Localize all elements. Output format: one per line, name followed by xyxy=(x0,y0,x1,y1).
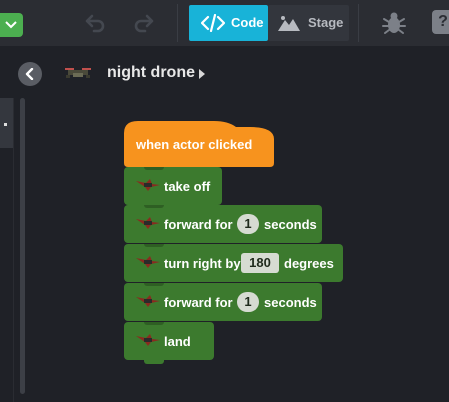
vertical-scrollbar[interactable] xyxy=(20,98,25,394)
block-land[interactable]: land xyxy=(124,322,214,360)
block-turn-right[interactable]: turn right by 180 degrees xyxy=(124,244,343,282)
drone-icon xyxy=(136,295,160,307)
side-panel-toggle[interactable] xyxy=(0,98,13,148)
panel-divider xyxy=(13,98,14,402)
chevron-left-icon xyxy=(25,68,34,80)
seconds-input[interactable]: 1 xyxy=(237,292,259,312)
event-label: when actor clicked xyxy=(136,137,253,152)
mountain-icon xyxy=(278,16,300,31)
drone-icon xyxy=(136,179,160,191)
block-take-off[interactable]: take off xyxy=(124,167,222,205)
drone-icon xyxy=(65,68,91,78)
block-label: turn right by xyxy=(164,256,241,271)
back-button[interactable] xyxy=(18,62,42,86)
help-icon[interactable]: ? xyxy=(432,10,449,34)
toolbar-divider xyxy=(177,4,178,42)
block-label: forward for xyxy=(164,295,233,310)
redo-icon[interactable] xyxy=(133,11,155,33)
panel-indicator xyxy=(4,123,7,126)
tab-code-label: Code xyxy=(231,15,264,30)
event-block[interactable]: when actor clicked xyxy=(124,121,274,167)
toolbar-divider xyxy=(358,4,359,42)
tab-stage-label: Stage xyxy=(308,15,344,30)
menu-button[interactable] xyxy=(0,13,23,37)
caret-right-icon[interactable] xyxy=(199,69,205,79)
block-label: land xyxy=(164,334,191,349)
undo-icon[interactable] xyxy=(84,11,106,33)
tab-stage[interactable]: Stage xyxy=(268,5,349,41)
block-forward[interactable]: forward for 1 seconds xyxy=(124,283,322,321)
degrees-input[interactable]: 180 xyxy=(241,253,279,273)
code-icon xyxy=(201,14,225,32)
drone-icon xyxy=(136,217,160,229)
seconds-input[interactable]: 1 xyxy=(237,214,259,234)
toolbar: Code Stage ? xyxy=(0,0,449,46)
drone-icon xyxy=(136,256,160,268)
block-label: take off xyxy=(164,179,211,194)
block-land-notch xyxy=(144,360,164,364)
block-label: seconds xyxy=(264,217,317,232)
block-forward[interactable]: forward for 1 seconds xyxy=(124,205,322,243)
block-label: degrees xyxy=(284,256,334,271)
block-label: seconds xyxy=(264,295,317,310)
actor-name: night drone xyxy=(107,64,195,81)
chevron-down-icon xyxy=(5,21,17,29)
drone-icon xyxy=(136,334,160,346)
bug-icon[interactable] xyxy=(381,10,407,36)
block-label: forward for xyxy=(164,217,233,232)
tab-code[interactable]: Code xyxy=(189,5,268,41)
